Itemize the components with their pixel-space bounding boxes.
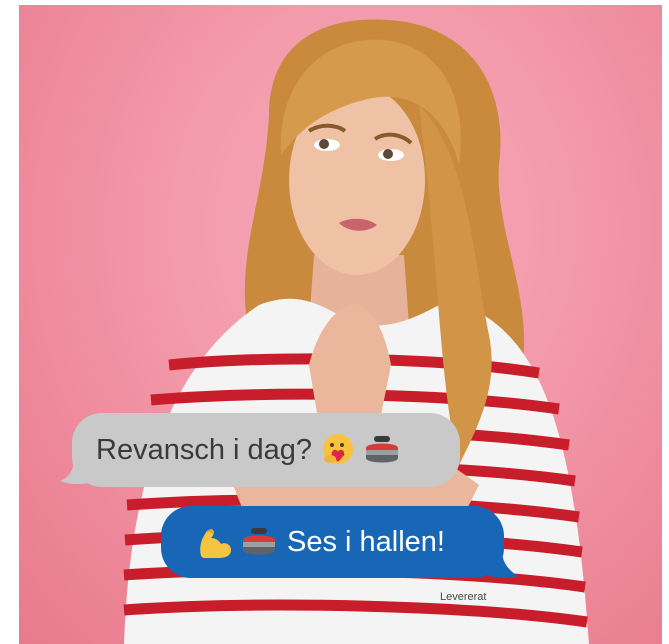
curling-stone-icon bbox=[239, 524, 279, 560]
hugging-face-with-heart-icon bbox=[318, 432, 358, 468]
canvas: Revansch i dag? Ses i hallen! Levererat bbox=[0, 0, 669, 644]
sent-message-text: Ses i hallen! bbox=[287, 525, 445, 558]
delivery-status: Levererat bbox=[440, 591, 487, 603]
flexed-biceps-icon bbox=[195, 524, 235, 560]
curling-stone-icon bbox=[362, 432, 402, 468]
received-message-bubble[interactable]: Revansch i dag? bbox=[72, 413, 460, 487]
sent-message-bubble[interactable]: Ses i hallen! bbox=[161, 506, 504, 578]
received-message-text: Revansch i dag? bbox=[96, 433, 313, 466]
